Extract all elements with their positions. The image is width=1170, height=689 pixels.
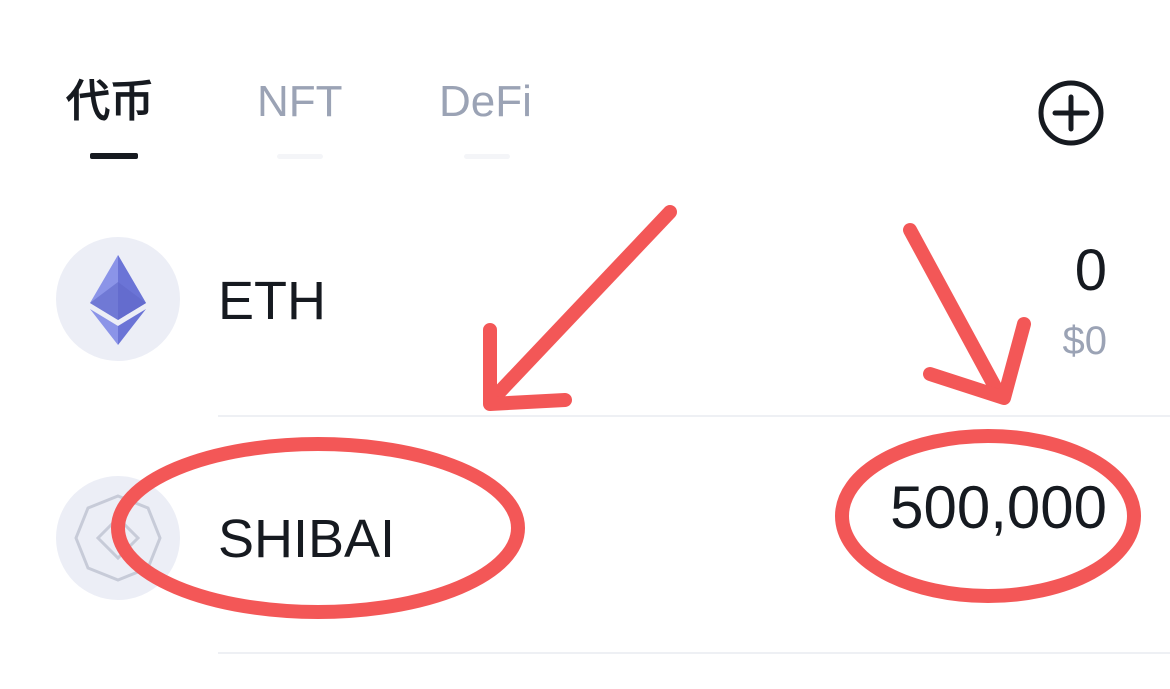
token-balance: 0 — [1074, 238, 1107, 303]
tab-indicator-placeholder — [277, 154, 323, 159]
token-avatar — [56, 237, 180, 361]
token-symbol: SHIBAI — [218, 509, 396, 569]
tab-tokens[interactable]: 代币 — [66, 72, 154, 132]
shib-placeholder-icon — [74, 494, 162, 582]
tab-defi[interactable]: DeFi — [439, 72, 532, 132]
add-token-button[interactable] — [1037, 79, 1105, 147]
ethereum-icon — [90, 255, 146, 345]
token-fiat-value: $0 — [1062, 319, 1108, 363]
tab-bar: 代币 NFT DeFi — [0, 0, 1170, 180]
token-row-shibai[interactable]: SHIBAI 500,000 — [0, 417, 1170, 653]
token-balance: 500,000 — [890, 474, 1107, 541]
active-tab-indicator — [90, 153, 138, 159]
token-symbol: ETH — [218, 271, 326, 331]
token-avatar — [56, 476, 180, 600]
plus-circle-icon — [1038, 80, 1104, 146]
tab-indicator-placeholder — [464, 154, 510, 159]
token-row-eth[interactable]: ETH 0 $0 — [0, 200, 1170, 416]
row-divider — [218, 652, 1170, 654]
tab-nft[interactable]: NFT — [257, 72, 343, 132]
